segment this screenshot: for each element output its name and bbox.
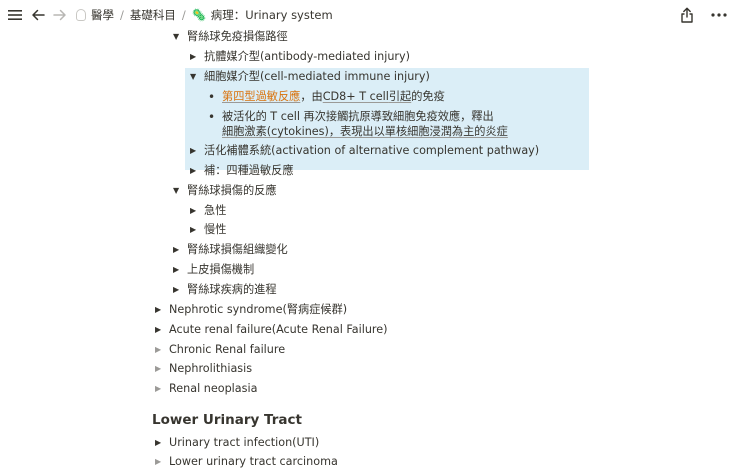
- toggle-label: 腎絲球損傷組織變化: [187, 243, 288, 256]
- toggle-item[interactable]: ▶ 急性: [190, 201, 226, 221]
- toggle-label: 慢性: [204, 223, 227, 236]
- triangle-right-icon[interactable]: ▶: [190, 220, 204, 240]
- underlined-text: 引起: [388, 90, 412, 103]
- triangle-down-icon[interactable]: ▼: [190, 67, 204, 87]
- toggle-label: Renal neoplasia: [169, 382, 258, 395]
- hand-icon: [76, 9, 86, 21]
- breadcrumb-separator: /: [120, 8, 124, 22]
- toggle-item[interactable]: ▶ 活化補體系統(activation of alternative compl…: [190, 141, 539, 161]
- toggle-label: Lower urinary tract carcinoma: [169, 455, 338, 468]
- top-bar: 醫學 / 基礎科目 / 🦠 病理：Urinary system: [0, 0, 740, 30]
- share-icon[interactable]: [676, 4, 698, 26]
- toggle-item[interactable]: ▼ 腎絲球免疫損傷路徑: [173, 27, 288, 47]
- triangle-right-icon[interactable]: ▶: [173, 280, 187, 300]
- triangle-right-icon[interactable]: ▶: [155, 320, 169, 340]
- triangle-right-icon[interactable]: ▶: [173, 260, 187, 280]
- triangle-right-icon[interactable]: ▶: [190, 47, 204, 67]
- text-segment: 的免疫: [411, 90, 445, 103]
- toggle-item[interactable]: ▶ 腎絲球損傷組織變化: [173, 240, 288, 260]
- menu-icon[interactable]: [4, 4, 26, 26]
- toggle-item[interactable]: ▶ 抗體媒介型(antibody-mediated injury): [190, 47, 410, 67]
- breadcrumb-item-basic-subjects[interactable]: 基礎科目: [130, 7, 176, 23]
- toggle-label: 活化補體系統(activation of alternative complem…: [204, 144, 540, 157]
- toggle-item[interactable]: ▶ 腎絲球疾病的進程: [173, 280, 277, 300]
- toggle-label: Urinary tract infection(UTI): [169, 436, 320, 449]
- breadcrumb-label: 醫學: [91, 8, 114, 22]
- toggle-item[interactable]: ▶ Lower urinary tract carcinoma: [155, 452, 338, 472]
- toggle-label: 抗體媒介型(antibody-mediated injury): [204, 50, 411, 63]
- toggle-item[interactable]: ▶ Chronic Renal failure: [155, 340, 285, 360]
- toggle-item[interactable]: ▶ Renal neoplasia: [155, 379, 257, 399]
- triangle-right-icon[interactable]: ▶: [190, 141, 204, 161]
- toggle-item[interactable]: ▶ Nephrotic syndrome(腎病症候群): [155, 300, 347, 320]
- triangle-right-icon[interactable]: ▶: [155, 433, 169, 453]
- toggle-item[interactable]: ▶ 上皮損傷機制: [173, 260, 254, 280]
- text-segment: ，由: [300, 90, 323, 103]
- triangle-right-icon[interactable]: ▶: [190, 201, 204, 221]
- toggle-label: Chronic Renal failure: [169, 343, 286, 356]
- breadcrumb: 醫學 / 基礎科目 / 🦠 病理：Urinary system: [76, 7, 333, 23]
- toggle-label: 上皮損傷機制: [187, 263, 255, 276]
- bullet-icon: •: [208, 110, 216, 124]
- bullet-icon: •: [208, 90, 216, 104]
- triangle-right-icon[interactable]: ▶: [155, 300, 169, 320]
- forward-arrow-icon[interactable]: [49, 4, 71, 26]
- toggle-item[interactable]: ▼ 細胞媒介型(cell-mediated immune injury): [190, 67, 430, 87]
- breadcrumb-label: 基礎科目: [129, 8, 176, 22]
- toggle-item[interactable]: ▶ Urinary tract infection(UTI): [155, 433, 319, 453]
- list-item-text: 細胞激素(cytokines)，表現出以單核細胞浸潤為主的炎症: [222, 125, 508, 138]
- toggle-label: Nephrolithiasis: [169, 362, 253, 375]
- triangle-right-icon[interactable]: ▶: [190, 161, 204, 181]
- triangle-right-icon[interactable]: ▶: [155, 452, 169, 472]
- section-heading: Lower Urinary Tract: [152, 412, 302, 428]
- toggle-item[interactable]: ▼ 腎絲球損傷的反應: [173, 181, 277, 201]
- list-item-continuation: 細胞激素(cytokines)，表現出以單核細胞浸潤為主的炎症: [222, 122, 508, 142]
- toggle-label: 腎絲球損傷的反應: [187, 184, 277, 197]
- list-item: • 第四型過敏反應 ，由 CD8+ T cell 引起 的免疫: [208, 87, 445, 107]
- toggle-label: 腎絲球疾病的進程: [187, 283, 277, 296]
- toggle-label: Nephrotic syndrome(腎病症候群): [169, 303, 348, 316]
- triangle-down-icon[interactable]: ▼: [173, 27, 187, 47]
- back-arrow-icon[interactable]: [27, 4, 49, 26]
- toggle-label: 補：四種過敏反應: [204, 164, 294, 177]
- breadcrumb-item-medicine[interactable]: 醫學: [76, 7, 114, 23]
- toggle-label: 腎絲球免疫損傷路徑: [187, 30, 288, 43]
- toggle-item[interactable]: ▶ 慢性: [190, 220, 226, 240]
- underlined-text: CD8+ T cell: [322, 90, 389, 103]
- toggle-label: 細胞媒介型(cell-mediated immune injury): [204, 70, 430, 83]
- toggle-label: 急性: [204, 204, 227, 217]
- triangle-down-icon[interactable]: ▼: [173, 181, 187, 201]
- microbe-icon: 🦠: [191, 8, 207, 22]
- breadcrumb-item-pathology[interactable]: 🦠 病理：Urinary system: [192, 7, 333, 23]
- triangle-right-icon[interactable]: ▶: [155, 340, 169, 360]
- toggle-item[interactable]: ▶ Acute renal failure(Acute Renal Failur…: [155, 320, 388, 340]
- breadcrumb-separator: /: [181, 8, 186, 22]
- toggle-label: Acute renal failure(Acute Renal Failure): [169, 323, 388, 336]
- triangle-right-icon[interactable]: ▶: [155, 379, 169, 399]
- breadcrumb-label: 病理：Urinary system: [210, 8, 333, 22]
- toggle-item[interactable]: ▶ 補：四種過敏反應: [190, 161, 294, 181]
- toggle-item[interactable]: ▶ Nephrolithiasis: [155, 359, 252, 379]
- more-icon[interactable]: [708, 4, 730, 26]
- triangle-right-icon[interactable]: ▶: [173, 240, 187, 260]
- triangle-right-icon[interactable]: ▶: [155, 359, 169, 379]
- highlight-text: 第四型過敏反應: [222, 90, 301, 103]
